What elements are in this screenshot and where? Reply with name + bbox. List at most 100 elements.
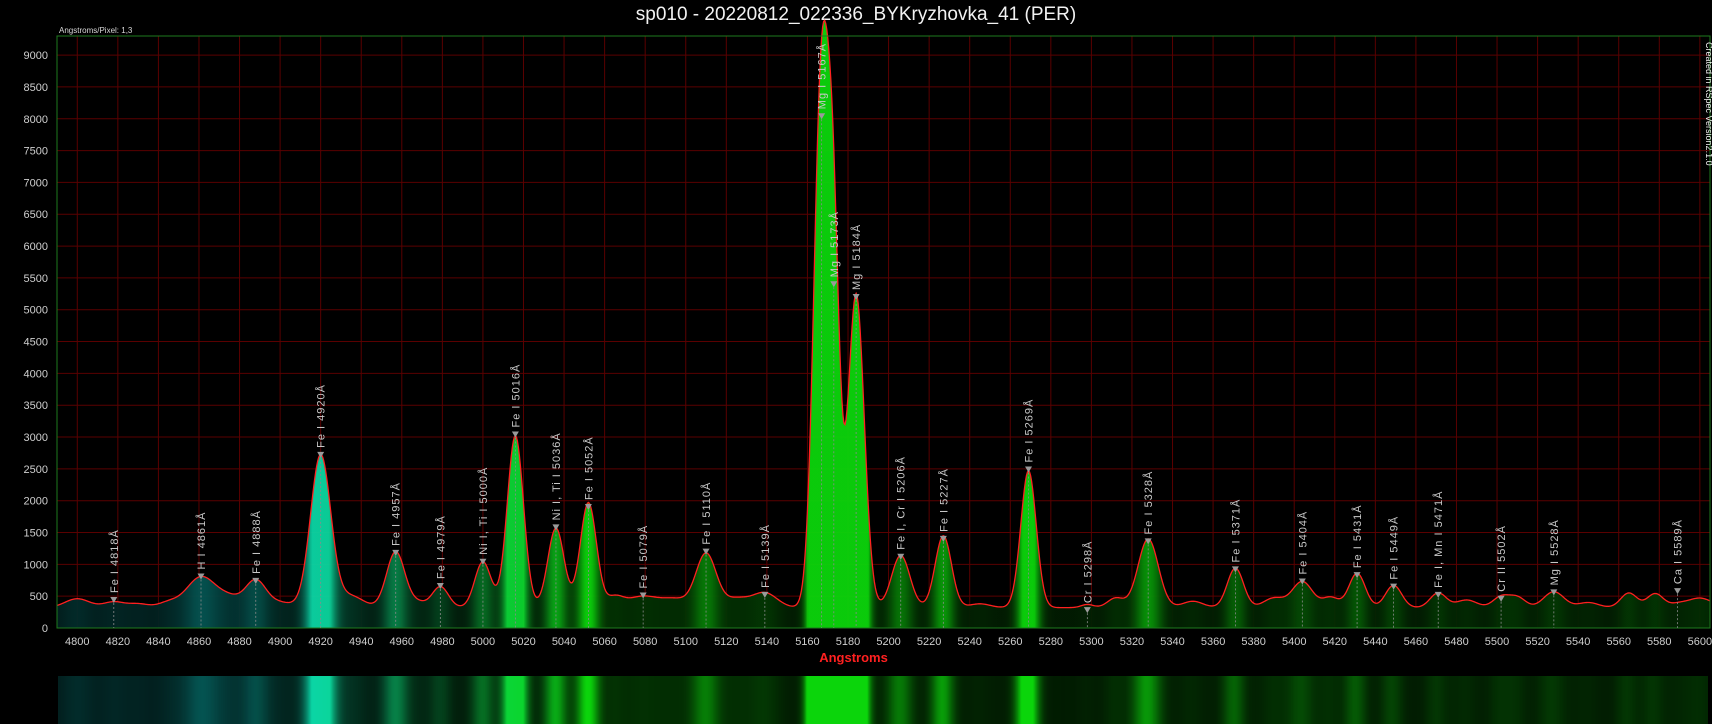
y-tick-label: 8000 [24, 114, 48, 126]
x-tick-label: 5380 [1241, 636, 1265, 648]
x-tick-label: 5520 [1525, 636, 1549, 648]
x-tick-label: 4840 [146, 636, 170, 648]
line-id-label: Fe I 5431Å [1351, 504, 1364, 568]
line-id-label: H I 4861Å [195, 512, 208, 570]
x-tick-label: 5180 [836, 636, 860, 648]
y-tick-label: 3500 [24, 400, 48, 412]
line-id-label: Fe I 5404Å [1296, 511, 1309, 575]
y-tick-label: 2500 [24, 464, 48, 476]
y-tick-label: 6500 [24, 209, 48, 221]
line-marker-triangle [552, 524, 560, 531]
x-tick-label: 5040 [552, 636, 576, 648]
line-id-label: Fe I 5110Å [700, 482, 713, 545]
line-id-label: Fe I 4818Å [108, 529, 121, 593]
y-tick-label: 8500 [24, 82, 48, 94]
x-tick-label: 5120 [714, 636, 738, 648]
x-tick-label: 5600 [1688, 636, 1712, 648]
line-id-label: Fe I 4957Å [390, 482, 403, 546]
x-tick-label: 5200 [876, 636, 900, 648]
x-tick-label: 5000 [471, 636, 495, 648]
line-id-label: Fe I 5371Å [1229, 499, 1242, 563]
x-axis-label: Angstroms [819, 650, 888, 665]
y-tick-label: 5000 [24, 305, 48, 317]
x-tick-label: 5060 [592, 636, 616, 648]
line-id-label: Cr II 5502Å [1495, 525, 1508, 592]
spectrum-line [56, 19, 1711, 609]
line-id-label: Fe I 4920Å [315, 384, 328, 448]
spectrum-chart: 4800 4820 4840 4860 4880 4900 4920 4940 4960 4980… [24, 19, 1712, 665]
line-id-label: Fe I 4979Å [434, 515, 447, 579]
line-id-label: Fe I 5269Å [1023, 399, 1036, 463]
x-tick-label: 5240 [957, 636, 981, 648]
y-tick-label: 1500 [24, 528, 48, 540]
synthetic-spectrum-strip [58, 676, 1708, 724]
x-tick-label: 5360 [1201, 636, 1225, 648]
x-tick-label: 4800 [65, 636, 89, 648]
x-tick-label: 5140 [755, 636, 779, 648]
line-id-label: Fe I 4888Å [250, 510, 263, 574]
line-marker-triangle [852, 293, 860, 300]
x-tick-label: 5020 [511, 636, 535, 648]
y-tick-label: 5500 [24, 273, 48, 285]
x-tick-label: 5540 [1566, 636, 1590, 648]
x-tick-label: 4940 [349, 636, 373, 648]
line-id-label: Fe I 5449Å [1388, 516, 1401, 580]
line-id-label: Cr I 5298Å [1081, 541, 1094, 604]
x-tick-label: 5500 [1485, 636, 1509, 648]
line-id-label: Ni I, Ti I 5000Å [477, 467, 490, 555]
line-id-label: Fe I 5079Å [637, 525, 650, 589]
y-tick-label: 6000 [24, 241, 48, 253]
y-tick-label: 2000 [24, 496, 48, 508]
x-tick-label: 4860 [187, 636, 211, 648]
x-tick-label: 4900 [268, 636, 292, 648]
x-tick-label: 4960 [390, 636, 414, 648]
line-id-label: Ca I 5589Å [1672, 519, 1685, 584]
x-tick-label: 5560 [1606, 636, 1630, 648]
line-marker-triangle [1025, 466, 1033, 473]
line-id-label: Fe I 5052Å [582, 436, 595, 500]
y-tick-label: 7500 [24, 146, 48, 158]
x-tick-label: 5160 [795, 636, 819, 648]
y-tick-label: 0 [42, 623, 48, 635]
x-tick-label: 4920 [308, 636, 332, 648]
x-tick-label: 5440 [1363, 636, 1387, 648]
line-id-label: Ni I, Ti I 5036Å [550, 432, 563, 520]
plot-frame [56, 35, 1711, 629]
line-marker-triangle [1674, 588, 1682, 595]
line-id-label: Fe I 5139Å [759, 524, 772, 588]
credit-label: Created in RSpec Version2.1.0 [1704, 42, 1712, 166]
x-tick-label: 4820 [106, 636, 130, 648]
y-tick-label: 500 [30, 591, 48, 603]
x-tick-label: 5400 [1282, 636, 1306, 648]
x-tick-label: 5420 [1323, 636, 1347, 648]
line-id-label: Mg I 5173Å [828, 211, 841, 277]
x-tick-label: 5480 [1444, 636, 1468, 648]
y-tick-label: 1000 [24, 559, 48, 571]
dispersion-label: Angstroms/Pixel: 1,3 [59, 26, 133, 35]
x-tick-label: 5340 [1160, 636, 1184, 648]
x-tick-label: 4980 [430, 636, 454, 648]
spectrum-fill [57, 20, 1710, 629]
line-id-label: Fe I 5016Å [509, 364, 522, 428]
x-tick-label: 5100 [674, 636, 698, 648]
x-tick-label: 5220 [917, 636, 941, 648]
x-tick-label: 4880 [227, 636, 251, 648]
y-tick-label: 3000 [24, 432, 48, 444]
y-tick-label: 4500 [24, 337, 48, 349]
line-id-label: Mg I 5528Å [1548, 519, 1561, 585]
x-tick-label: 5580 [1647, 636, 1671, 648]
line-id-label: Mg I 5167Å [816, 43, 829, 109]
x-tick-label: 5300 [1079, 636, 1103, 648]
y-tick-label: 4000 [24, 368, 48, 380]
x-tick-label: 5280 [1039, 636, 1063, 648]
y-tick-label: 7000 [24, 177, 48, 189]
x-tick-label: 5320 [1120, 636, 1144, 648]
line-id-label: Fe I, Cr I 5206Å [895, 456, 908, 550]
line-id-label: Mg I 5184Å [850, 224, 863, 290]
y-tick-label: 9000 [24, 50, 48, 62]
x-tick-label: 5080 [633, 636, 657, 648]
line-id-label: Fe I 5328Å [1142, 471, 1155, 535]
x-tick-label: 5460 [1404, 636, 1428, 648]
x-tick-label: 5260 [998, 636, 1022, 648]
line-id-label: Fe I 5227Å [937, 468, 950, 532]
